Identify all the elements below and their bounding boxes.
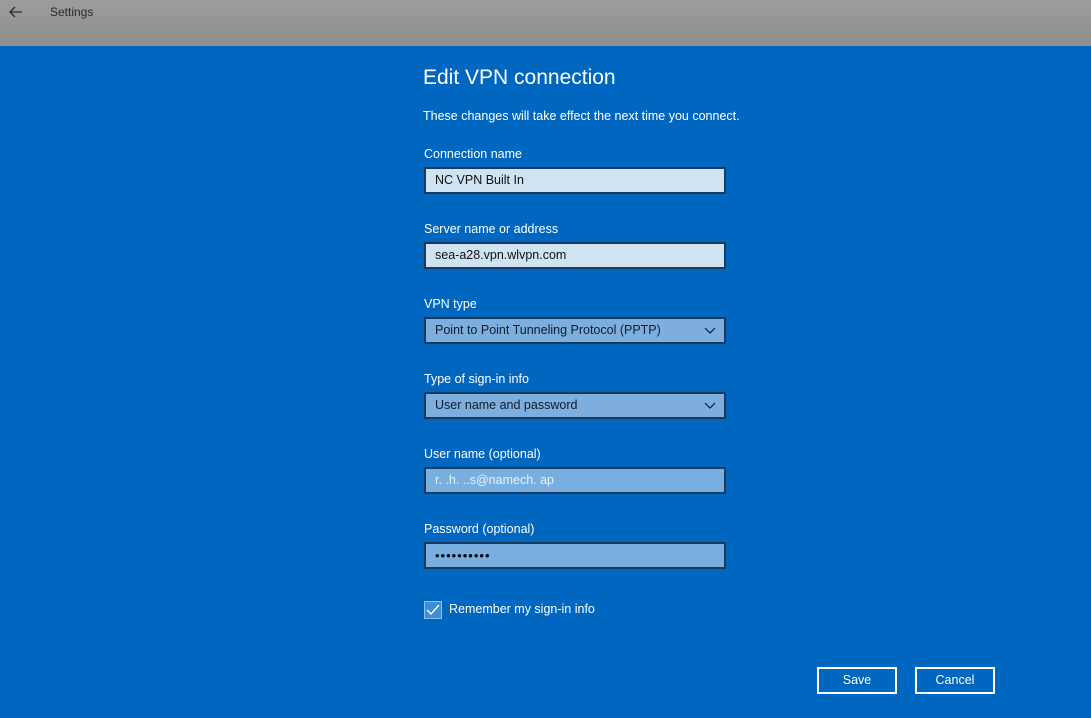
server-address-label: Server name or address (424, 222, 559, 236)
signin-type-value: User name and password (435, 398, 578, 412)
chevron-down-icon (704, 327, 716, 334)
server-address-input[interactable]: sea-a28.vpn.wlvpn.com (424, 242, 726, 269)
dialog-subtitle: These changes will take effect the next … (423, 109, 740, 123)
chevron-down-icon (704, 402, 716, 409)
password-label: Password (optional) (424, 522, 535, 536)
back-button[interactable] (6, 2, 26, 22)
save-button[interactable]: Save (817, 667, 897, 694)
signin-type-label: Type of sign-in info (424, 372, 529, 386)
dialog-title: Edit VPN connection (423, 66, 616, 89)
password-mask: •••••••••• (435, 548, 491, 563)
checkmark-icon (426, 604, 440, 616)
edit-vpn-dialog: Edit VPN connection These changes will t… (0, 46, 1091, 718)
title-bar: Settings (0, 0, 1091, 46)
username-label: User name (optional) (424, 447, 541, 461)
back-arrow-icon (9, 6, 22, 18)
vpn-type-dropdown[interactable]: Point to Point Tunneling Protocol (PPTP) (424, 317, 726, 344)
username-input[interactable]: r. .h. ..s@namech. ap (424, 467, 726, 494)
cancel-button[interactable]: Cancel (915, 667, 995, 694)
connection-name-input[interactable]: NC VPN Built In (424, 167, 726, 194)
remember-signin-label: Remember my sign-in info (449, 602, 595, 616)
remember-signin-checkbox[interactable] (424, 601, 442, 619)
connection-name-label: Connection name (424, 147, 522, 161)
password-input[interactable]: •••••••••• (424, 542, 726, 569)
signin-type-dropdown[interactable]: User name and password (424, 392, 726, 419)
app-title: Settings (50, 5, 94, 19)
vpn-type-value: Point to Point Tunneling Protocol (PPTP) (435, 323, 661, 337)
vpn-type-label: VPN type (424, 297, 477, 311)
